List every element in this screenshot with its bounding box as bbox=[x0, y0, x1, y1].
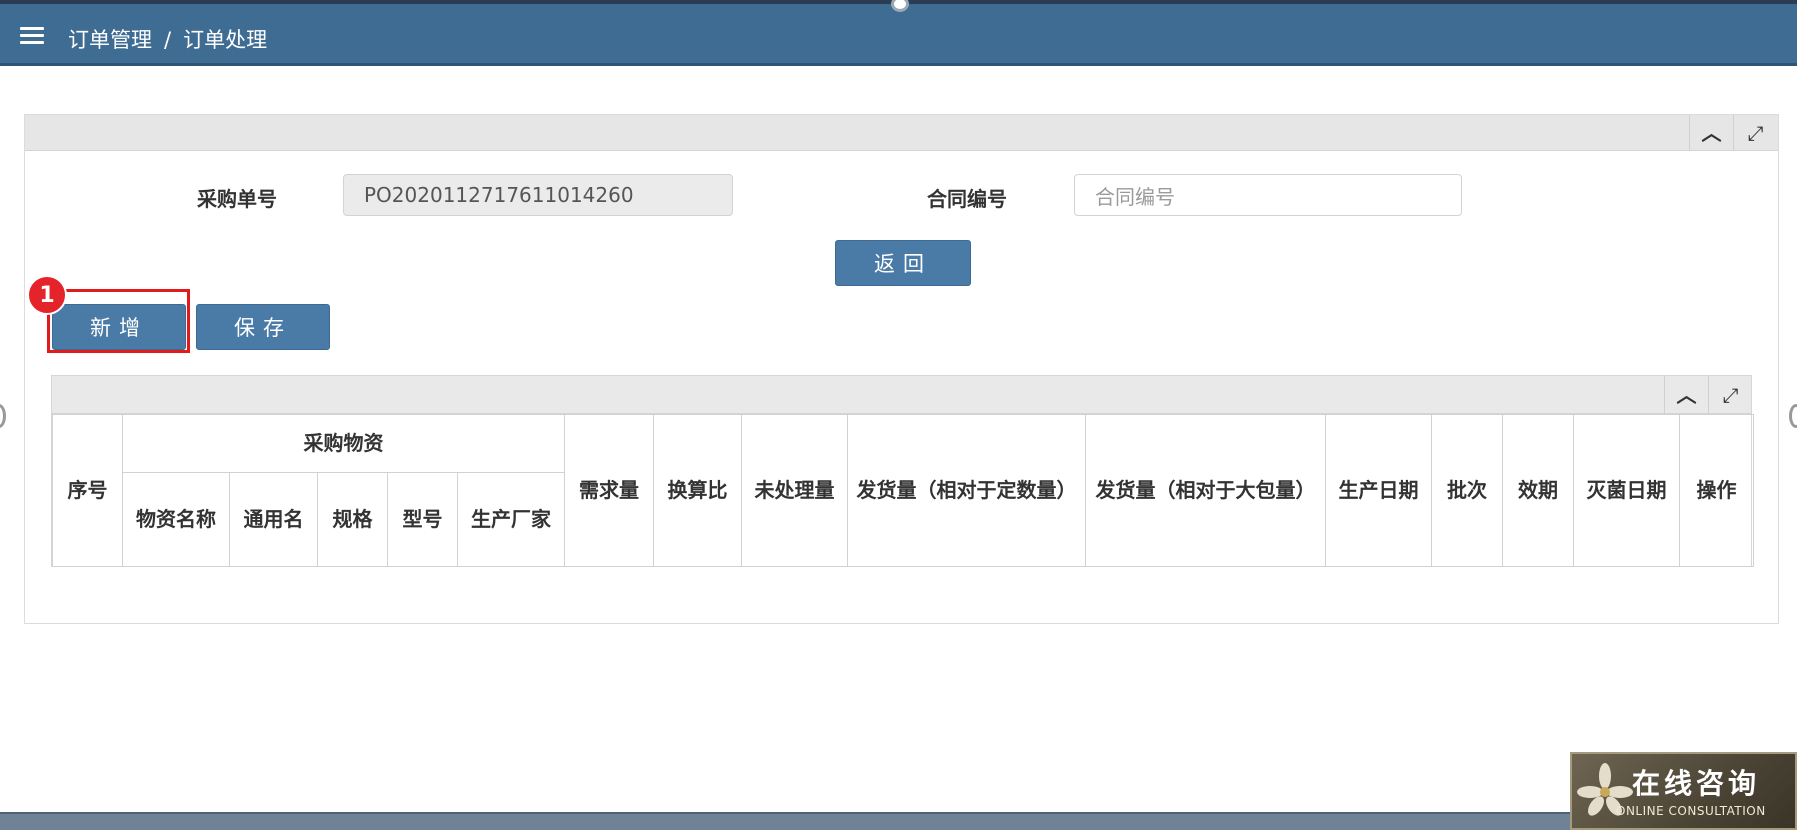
back-button[interactable]: 返回 bbox=[835, 240, 971, 286]
chevron-up-icon: ︿ bbox=[1676, 383, 1697, 407]
breadcrumb-item-order-management[interactable]: 订单管理 bbox=[68, 28, 152, 52]
consultation-title: 在线咨询 bbox=[1632, 767, 1761, 800]
po-number-field[interactable]: PO2020112717611014260 bbox=[343, 174, 733, 216]
col-header-demand-qty: 需求量 bbox=[564, 414, 655, 567]
save-button[interactable]: 保存 bbox=[196, 304, 330, 350]
order-form-panel: ︿ ⤢ 采购单号 PO2020112717611014260 合同编号 合同编号… bbox=[24, 114, 1779, 624]
col-header-ship-qty-fixed: 发货量（相对于定数量） bbox=[847, 414, 1087, 567]
col-header-batch: 批次 bbox=[1431, 414, 1504, 567]
col-header-common-name: 通用名 bbox=[229, 472, 318, 567]
panel-collapse-button[interactable]: ︿ bbox=[1689, 115, 1733, 151]
items-table: 序号 采购物资 需求量 换算比 未处理量 发货量（相对于定数量） 发货量（相对于… bbox=[52, 414, 1755, 567]
hamburger-icon[interactable] bbox=[20, 27, 44, 45]
top-navbar: 订单管理 / 订单处理 bbox=[0, 0, 1797, 66]
items-collapse-button[interactable]: ︿ bbox=[1664, 376, 1708, 414]
col-group-header-materials: 采购物资 bbox=[121, 414, 566, 473]
col-header-prod-date: 生产日期 bbox=[1325, 414, 1433, 567]
left-resize-handle[interactable] bbox=[0, 404, 6, 428]
col-header-ship-qty-pack: 发货量（相对于大包量） bbox=[1085, 414, 1327, 567]
col-header-material-name: 物资名称 bbox=[122, 472, 230, 567]
breadcrumb: 订单管理 / 订单处理 bbox=[68, 24, 267, 54]
col-header-action: 操作 bbox=[1679, 414, 1755, 567]
chevron-up-icon: ︿ bbox=[1701, 121, 1722, 145]
expand-icon: ⤢ bbox=[1722, 383, 1739, 407]
col-header-seq: 序号 bbox=[52, 414, 123, 567]
po-number-label: 采购单号 bbox=[197, 187, 277, 211]
step-number-badge: 1 bbox=[27, 275, 67, 315]
online-consultation-widget[interactable]: 在线咨询 ONLINE CONSULTATION bbox=[1570, 752, 1797, 830]
items-table-panel: ︿ ⤢ 序号 采购物资 需求量 换算比 未处理量 发货量（相对于定数量） 发货量… bbox=[51, 375, 1755, 567]
bottom-bar bbox=[0, 812, 1570, 830]
consultation-subtitle: ONLINE CONSULTATION bbox=[1616, 804, 1766, 818]
col-header-spec: 规格 bbox=[317, 472, 388, 567]
breadcrumb-separator: / bbox=[164, 28, 172, 52]
resize-handle[interactable] bbox=[891, 0, 909, 12]
contract-number-input[interactable]: 合同编号 bbox=[1074, 174, 1462, 216]
col-header-sterile-date: 灭菌日期 bbox=[1573, 414, 1681, 567]
items-expand-button[interactable]: ⤢ bbox=[1708, 376, 1752, 414]
expand-icon: ⤢ bbox=[1747, 121, 1764, 145]
panel-header: ︿ ⤢ bbox=[25, 115, 1778, 151]
breadcrumb-item-order-processing: 订单处理 bbox=[183, 28, 268, 52]
col-header-expiry: 效期 bbox=[1502, 414, 1575, 567]
col-header-unprocessed: 未处理量 bbox=[741, 414, 849, 567]
col-header-model: 型号 bbox=[387, 472, 458, 567]
col-header-conversion: 换算比 bbox=[653, 414, 743, 567]
right-resize-handle[interactable] bbox=[1789, 404, 1797, 428]
items-panel-header: ︿ ⤢ bbox=[52, 376, 1751, 414]
add-button[interactable]: 新增 bbox=[52, 304, 186, 350]
contract-number-label: 合同编号 bbox=[927, 187, 1007, 211]
panel-expand-button[interactable]: ⤢ bbox=[1733, 115, 1777, 151]
col-header-manufacturer: 生产厂家 bbox=[456, 472, 566, 567]
